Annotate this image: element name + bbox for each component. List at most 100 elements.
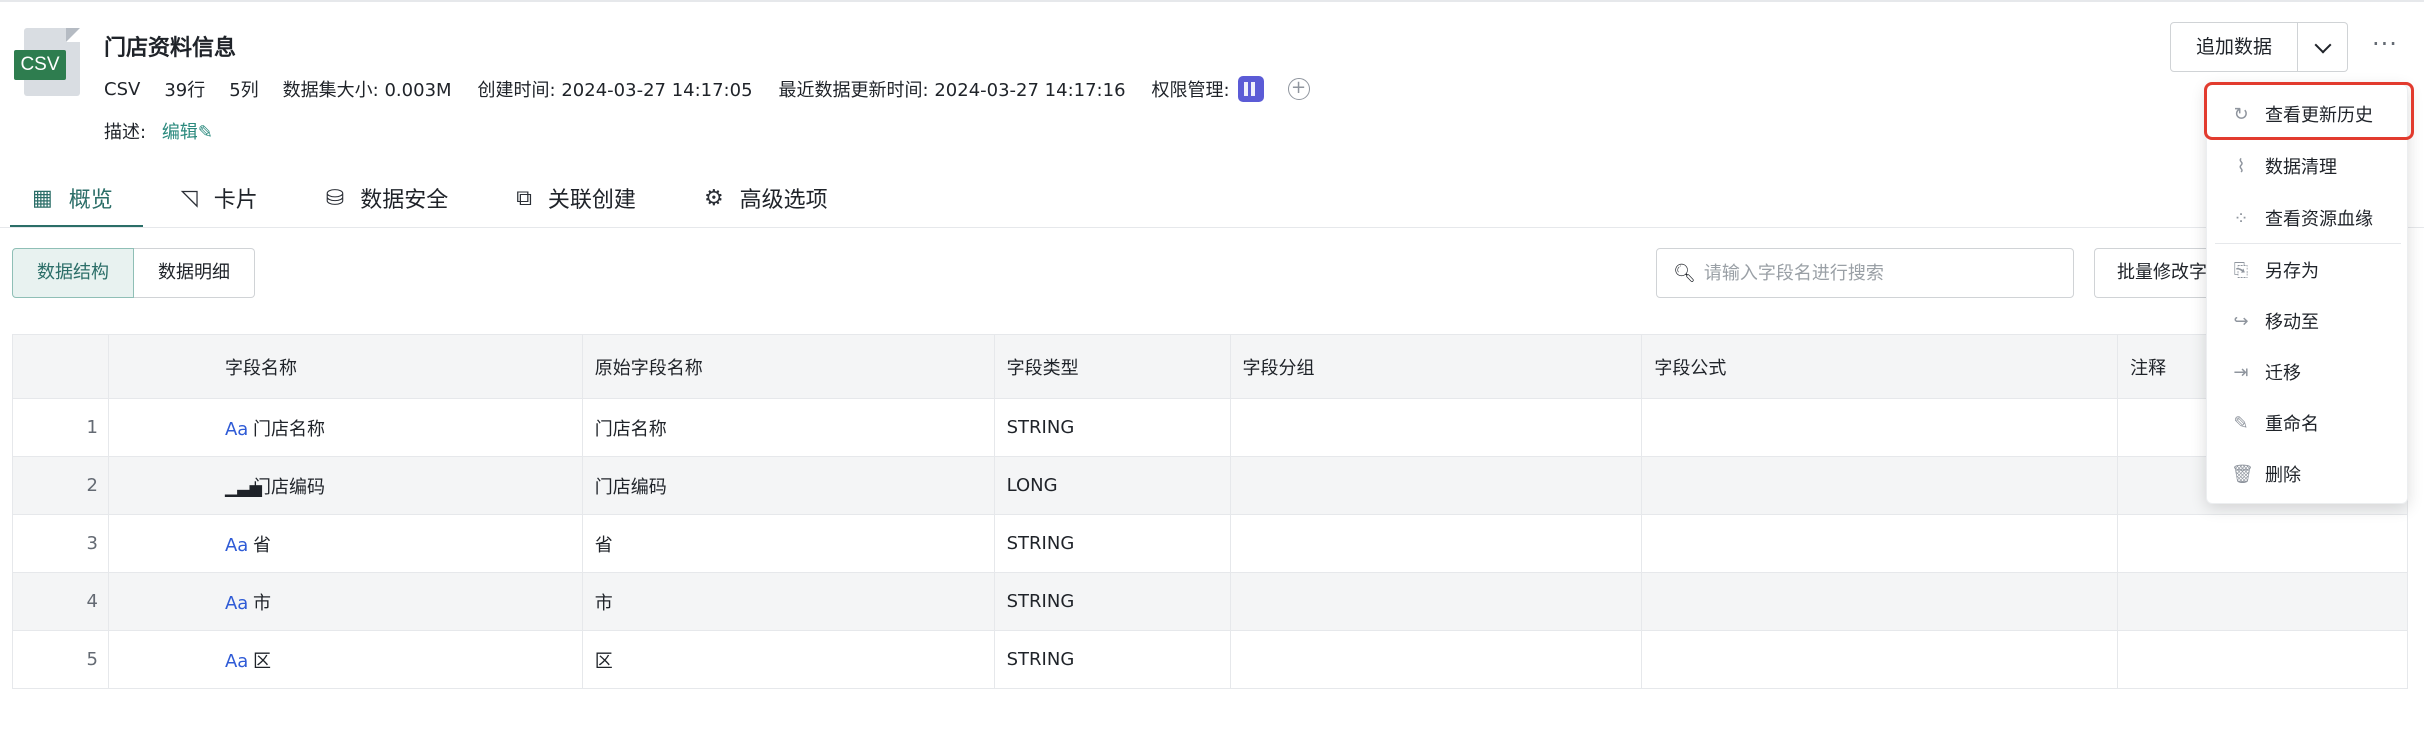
menu-item-label: 查看资源血缘 (2265, 209, 2373, 230)
field-name: 区 (252, 650, 271, 672)
col-original-name: 原始字段名称 (581, 334, 995, 399)
menu-item-label: 移动至 (2265, 312, 2319, 333)
note-cell (2117, 630, 2408, 689)
menu-item-label: 删除 (2265, 465, 2301, 486)
table-row[interactable]: 4 Aa 市 市 STRING (12, 572, 2408, 631)
tab-data-security[interactable]: ⛁ 数据安全 (316, 168, 458, 228)
append-data-button[interactable]: 追加数据 (2170, 22, 2298, 72)
original-name-cell: 区 (581, 630, 995, 689)
col-field-formula: 字段公式 (1641, 334, 2119, 399)
string-type-icon: Aa (224, 534, 249, 556)
menu-item-delete[interactable]: 🗑︎ 删除 (2207, 451, 2409, 497)
string-type-icon: Aa (224, 592, 249, 614)
field-group-cell (1229, 572, 1643, 631)
tab-label: 概览 (68, 188, 113, 213)
search-icon: 🔍︎ (1673, 262, 1696, 284)
segment-structure[interactable]: 数据结构 (12, 248, 134, 298)
col-field-group: 字段分组 (1229, 334, 1643, 399)
field-group-cell (1229, 630, 1643, 689)
field-formula-cell (1641, 572, 2119, 631)
tab-label: 高级选项 (739, 188, 828, 213)
menu-item-migrate[interactable]: ⇥ 迁移 (2207, 349, 2409, 395)
menu-item-label: 迁移 (2265, 363, 2301, 384)
row-index: 2 (12, 456, 109, 515)
table-icon: ▦ (32, 185, 53, 211)
tab-link-create[interactable]: ⧉ 关联创建 (506, 168, 646, 228)
meta-cols: 5列 (229, 80, 259, 101)
meta-size-value: 0.003M (384, 80, 452, 101)
menu-item-label: 重命名 (2265, 414, 2319, 435)
string-type-icon: Aa (224, 650, 249, 672)
csv-file-icon: CSV (14, 28, 80, 96)
search-input[interactable] (1703, 262, 2064, 284)
table-row[interactable]: 3 Aa 省 省 STRING (12, 514, 2408, 573)
highlight-box (2204, 82, 2414, 140)
trash-icon: 🗑︎ (2231, 463, 2254, 485)
menu-item-data-cleanup[interactable]: ⌇ 数据清理 (2207, 143, 2409, 189)
string-type-icon: Aa (224, 418, 249, 440)
menu-item-lineage[interactable]: ⁘ 查看资源血缘 (2207, 195, 2409, 241)
segment-detail[interactable]: 数据明细 (134, 248, 255, 298)
table-row[interactable]: 2 ▁▃▅门店编码 门店编码 LONG (12, 456, 2408, 515)
note-cell (2117, 572, 2408, 631)
table-row[interactable]: 5 Aa 区 区 STRING (12, 630, 2408, 689)
original-name-cell: 市 (581, 572, 995, 631)
field-group-cell (1229, 514, 1643, 573)
field-name-cell: Aa 省 (107, 514, 583, 573)
field-name-cell: ▁▃▅门店编码 (107, 456, 583, 515)
meta-perm-label: 权限管理: (1151, 80, 1230, 101)
edit-description-link[interactable]: 编辑✎ (162, 122, 213, 143)
tab-label: 卡片 (213, 188, 258, 213)
tab-divider (0, 227, 2424, 228)
meta-size: 数据集大小: 0.003M (283, 76, 452, 102)
field-type-cell: STRING (993, 514, 1231, 573)
table-row[interactable]: 1 Aa 门店名称 门店名称 STRING (12, 398, 2408, 457)
gear-icon: ⚙ (703, 185, 724, 211)
field-formula-cell (1641, 398, 2119, 457)
tab-card[interactable]: ◹ 卡片 (171, 168, 268, 228)
desc-label: 描述: (104, 122, 147, 143)
append-dropdown-button[interactable] (2298, 22, 2348, 72)
field-name-cell: Aa 区 (107, 630, 583, 689)
menu-item-label: 数据清理 (2265, 157, 2337, 178)
field-type-cell: STRING (993, 398, 1231, 457)
add-permission-icon[interactable]: + (1287, 78, 1310, 100)
description: 描述: 编辑✎ (104, 118, 213, 144)
meta-created-value: 2024-03-27 14:17:05 (561, 80, 753, 101)
field-name: 门店名称 (252, 418, 325, 440)
field-group-cell (1229, 456, 1643, 515)
col-field-type: 字段类型 (993, 334, 1231, 399)
field-formula-cell (1641, 514, 2119, 573)
tab-overview[interactable]: ▦ 概览 (10, 168, 143, 228)
view-segment: 数据结构 数据明细 (12, 248, 255, 298)
col-field-name: 字段名称 (107, 334, 583, 399)
menu-item-save-as[interactable]: ⎘ 另存为 (2207, 247, 2409, 293)
field-name: 门店编码 (252, 476, 325, 498)
col-index (12, 334, 109, 399)
tab-label: 关联创建 (547, 188, 636, 213)
batch-edit-button[interactable]: 批量修改字 (2094, 248, 2224, 298)
migrate-icon: ⇥ (2233, 361, 2249, 383)
more-options-icon[interactable]: ··· (2372, 30, 2398, 58)
field-formula-cell (1641, 456, 2119, 515)
move-icon: ↪ (2233, 310, 2249, 332)
menu-item-move-to[interactable]: ↪ 移动至 (2207, 298, 2409, 344)
menu-item-rename[interactable]: ✎ 重命名 (2207, 400, 2409, 446)
field-formula-cell (1641, 630, 2119, 689)
field-group-cell (1229, 398, 1643, 457)
menu-item-label: 另存为 (2265, 261, 2319, 282)
link-create-icon: ⧉ (516, 185, 532, 211)
lineage-icon: ⁘ (2233, 207, 2249, 229)
permission-avatar[interactable] (1237, 76, 1264, 102)
row-index: 3 (12, 514, 109, 573)
field-search[interactable]: 🔍︎ (1656, 248, 2074, 298)
meta-format: CSV (104, 78, 141, 100)
dataset-meta: CSV 39行 5列 数据集大小: 0.003M 创建时间: 2024-03-2… (104, 76, 1334, 102)
tab-advanced[interactable]: ⚙ 高级选项 (694, 168, 838, 228)
meta-updated: 最近数据更新时间: 2024-03-27 14:17:16 (779, 76, 1126, 102)
top-border (0, 0, 2424, 2)
broom-icon: ⌇ (2236, 155, 2246, 177)
meta-created-label: 创建时间: (477, 80, 556, 101)
append-data-group: 追加数据 (2170, 22, 2348, 72)
original-name-cell: 门店名称 (581, 398, 995, 457)
